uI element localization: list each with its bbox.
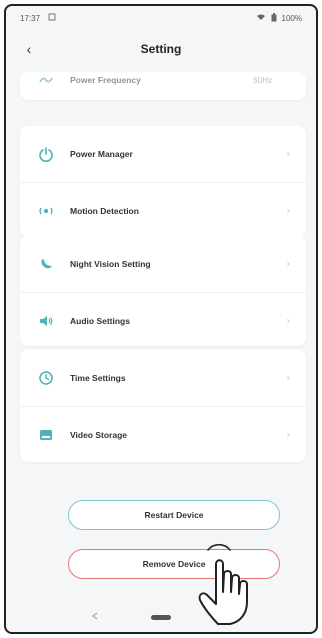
settings-group-2: Night Vision Setting › Audio Settings › (20, 236, 306, 346)
motion-detection-icon (36, 201, 56, 221)
list-item-night-vision-setting[interactable]: Night Vision Setting › (20, 236, 306, 292)
home-indicator[interactable] (151, 614, 171, 620)
chevron-right-icon: › (286, 148, 290, 160)
storage-icon (36, 425, 56, 445)
chevron-right-icon: › (286, 315, 290, 326)
list-item-label: Time Settings (70, 373, 126, 383)
clock-icon (36, 368, 56, 388)
frequency-icon (36, 72, 56, 90)
phone-frame: 17:37 100% ‹ Setting Power Frequency 50H… (4, 4, 318, 634)
speaker-icon (36, 311, 56, 331)
chevron-right-icon: › (286, 372, 290, 384)
restart-device-button[interactable]: Restart Device (68, 500, 280, 530)
settings-group-3: Time Settings › Video Storage › (20, 350, 306, 462)
list-item-label: Video Storage (70, 429, 127, 440)
night-vision-icon (36, 254, 56, 274)
list-item-motion-detection[interactable]: Motion Detection › (20, 182, 306, 238)
settings-group-1: Power Manager › Motion Detection › (20, 126, 306, 238)
battery-icon (270, 12, 278, 24)
settings-group-partial: Power Frequency 50Hz (20, 72, 306, 100)
page-title: Setting (140, 42, 182, 56)
nav-back-icon[interactable] (92, 612, 98, 622)
status-bar: 17:37 100% (6, 6, 316, 30)
list-item-label: Night Vision Setting (70, 259, 151, 269)
power-icon (36, 144, 56, 164)
tap-hand-icon (198, 543, 248, 625)
list-item-video-storage[interactable]: Video Storage › (20, 406, 306, 462)
list-item-time-settings[interactable]: Time Settings › (20, 350, 306, 406)
chevron-left-icon: ‹ (26, 41, 32, 57)
notification-icon (48, 13, 56, 23)
list-item-label: Audio Settings (70, 315, 130, 326)
wifi-icon (256, 13, 266, 23)
list-item-value: 50Hz (253, 75, 272, 85)
list-item-power-frequency[interactable]: Power Frequency 50Hz (20, 72, 306, 94)
chevron-right-icon: › (286, 258, 290, 270)
status-time: 17:37 (20, 13, 41, 23)
list-item-power-manager[interactable]: Power Manager › (20, 126, 306, 182)
list-item-label: Motion Detection (70, 205, 139, 216)
header: ‹ Setting (6, 30, 316, 68)
list-item-label: Power Frequency (70, 75, 141, 85)
battery-percent: 100% (281, 13, 302, 23)
chevron-right-icon: › (286, 205, 290, 216)
chevron-right-icon: › (286, 429, 290, 440)
list-item-audio-settings[interactable]: Audio Settings › (20, 292, 306, 348)
back-button[interactable]: ‹ (20, 40, 38, 58)
list-item-label: Power Manager (70, 149, 133, 159)
